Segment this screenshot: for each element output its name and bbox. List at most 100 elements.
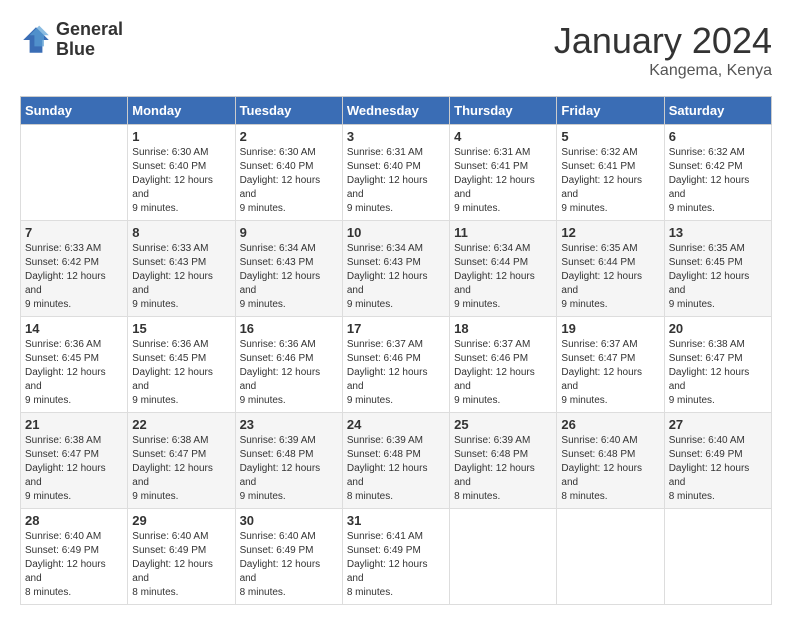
- day-info: Sunrise: 6:35 AMSunset: 6:44 PMDaylight:…: [561, 242, 659, 312]
- day-number: 8: [132, 225, 230, 240]
- day-cell: 4Sunrise: 6:31 AMSunset: 6:41 PMDaylight…: [450, 125, 557, 221]
- day-number: 2: [240, 129, 338, 144]
- day-info: Sunrise: 6:36 AMSunset: 6:45 PMDaylight:…: [132, 338, 230, 408]
- day-info: Sunrise: 6:40 AMSunset: 6:48 PMDaylight:…: [561, 434, 659, 504]
- day-cell: 25 Sunrise: 6:39 AMSunset: 6:48 PMDayligh…: [450, 413, 557, 509]
- day-number: 14: [25, 321, 123, 336]
- day-number: 17: [347, 321, 445, 336]
- day-info: Sunrise: 6:34 AMSunset: 6:44 PMDaylight:…: [454, 242, 552, 312]
- day-cell: 11 Sunrise: 6:34 AMSunset: 6:44 PMDayligh…: [450, 221, 557, 317]
- day-info: Sunrise: 6:31 AMSunset: 6:40 PMDaylight:…: [347, 146, 445, 216]
- day-number: 24: [347, 417, 445, 432]
- week-row-2: 7 Sunrise: 6:33 AMSunset: 6:42 PMDaylight…: [21, 221, 772, 317]
- day-number: 30: [240, 513, 338, 528]
- day-cell: [664, 509, 771, 605]
- day-cell: 7 Sunrise: 6:33 AMSunset: 6:42 PMDaylight…: [21, 221, 128, 317]
- logo-text: General Blue: [56, 20, 123, 60]
- day-number: 22: [132, 417, 230, 432]
- day-cell: 2 Sunrise: 6:30 AMSunset: 6:40 PMDaylight…: [235, 125, 342, 221]
- day-number: 11: [454, 225, 552, 240]
- day-number: 5: [561, 129, 659, 144]
- day-cell: 5Sunrise: 6:32 AMSunset: 6:41 PMDaylight…: [557, 125, 664, 221]
- day-number: 29: [132, 513, 230, 528]
- day-info: Sunrise: 6:41 AMSunset: 6:49 PMDaylight:…: [347, 530, 445, 600]
- day-number: 20: [669, 321, 767, 336]
- day-info: Sunrise: 6:40 AMSunset: 6:49 PMDaylight:…: [25, 530, 123, 600]
- month-title: January 2024: [554, 20, 772, 62]
- day-number: 7: [25, 225, 123, 240]
- day-info: Sunrise: 6:40 AMSunset: 6:49 PMDaylight:…: [240, 530, 338, 600]
- day-number: 23: [240, 417, 338, 432]
- day-info: Sunrise: 6:35 AMSunset: 6:45 PMDaylight:…: [669, 242, 767, 312]
- day-number: 31: [347, 513, 445, 528]
- day-info: Sunrise: 6:30 AMSunset: 6:40 PMDaylight:…: [240, 146, 338, 216]
- day-info: Sunrise: 6:32 AMSunset: 6:42 PMDaylight:…: [669, 146, 767, 216]
- day-info: Sunrise: 6:34 AMSunset: 6:43 PMDaylight:…: [347, 242, 445, 312]
- day-info: Sunrise: 6:38 AMSunset: 6:47 PMDaylight:…: [669, 338, 767, 408]
- day-cell: 26 Sunrise: 6:40 AMSunset: 6:48 PMDayligh…: [557, 413, 664, 509]
- day-cell: 20 Sunrise: 6:38 AMSunset: 6:47 PMDayligh…: [664, 317, 771, 413]
- day-cell: 18 Sunrise: 6:37 AMSunset: 6:46 PMDayligh…: [450, 317, 557, 413]
- day-cell: 8 Sunrise: 6:33 AMSunset: 6:43 PMDaylight…: [128, 221, 235, 317]
- day-cell: 1 Sunrise: 6:30 AMSunset: 6:40 PMDaylight…: [128, 125, 235, 221]
- day-info: Sunrise: 6:33 AMSunset: 6:42 PMDaylight:…: [25, 242, 123, 312]
- day-info: Sunrise: 6:40 AMSunset: 6:49 PMDaylight:…: [132, 530, 230, 600]
- day-info: Sunrise: 6:36 AMSunset: 6:45 PMDaylight:…: [25, 338, 123, 408]
- location: Kangema, Kenya: [554, 62, 772, 80]
- day-info: Sunrise: 6:37 AMSunset: 6:46 PMDaylight:…: [347, 338, 445, 408]
- page-header: General Blue January 2024 Kangema, Kenya: [20, 20, 772, 80]
- week-row-4: 21Sunrise: 6:38 AMSunset: 6:47 PMDayligh…: [21, 413, 772, 509]
- day-info: Sunrise: 6:33 AMSunset: 6:43 PMDaylight:…: [132, 242, 230, 312]
- day-info: Sunrise: 6:37 AMSunset: 6:46 PMDaylight:…: [454, 338, 552, 408]
- day-number: 15: [132, 321, 230, 336]
- day-cell: 30 Sunrise: 6:40 AMSunset: 6:49 PMDayligh…: [235, 509, 342, 605]
- day-cell: 12 Sunrise: 6:35 AMSunset: 6:44 PMDayligh…: [557, 221, 664, 317]
- day-cell: 6Sunrise: 6:32 AMSunset: 6:42 PMDaylight…: [664, 125, 771, 221]
- day-cell: 16Sunrise: 6:36 AMSunset: 6:46 PMDayligh…: [235, 317, 342, 413]
- day-number: 28: [25, 513, 123, 528]
- day-info: Sunrise: 6:39 AMSunset: 6:48 PMDaylight:…: [347, 434, 445, 504]
- week-row-3: 14 Sunrise: 6:36 AMSunset: 6:45 PMDayligh…: [21, 317, 772, 413]
- day-number: 12: [561, 225, 659, 240]
- day-cell: 23 Sunrise: 6:39 AMSunset: 6:48 PMDayligh…: [235, 413, 342, 509]
- title-block: January 2024 Kangema, Kenya: [554, 20, 772, 80]
- day-number: 1: [132, 129, 230, 144]
- day-info: Sunrise: 6:36 AMSunset: 6:46 PMDaylight:…: [240, 338, 338, 408]
- day-number: 13: [669, 225, 767, 240]
- weekday-header-sunday: Sunday: [21, 97, 128, 125]
- day-info: Sunrise: 6:39 AMSunset: 6:48 PMDaylight:…: [454, 434, 552, 504]
- day-cell: 14 Sunrise: 6:36 AMSunset: 6:45 PMDayligh…: [21, 317, 128, 413]
- day-cell: 9Sunrise: 6:34 AMSunset: 6:43 PMDaylight…: [235, 221, 342, 317]
- day-cell: 29 Sunrise: 6:40 AMSunset: 6:49 PMDayligh…: [128, 509, 235, 605]
- logo-line2: Blue: [56, 40, 123, 60]
- day-number: 19: [561, 321, 659, 336]
- day-cell: 21Sunrise: 6:38 AMSunset: 6:47 PMDayligh…: [21, 413, 128, 509]
- day-cell: 3 Sunrise: 6:31 AMSunset: 6:40 PMDaylight…: [342, 125, 449, 221]
- weekday-header-thursday: Thursday: [450, 97, 557, 125]
- weekday-header-row: SundayMondayTuesdayWednesdayThursdayFrid…: [21, 97, 772, 125]
- day-cell: [21, 125, 128, 221]
- day-number: 4: [454, 129, 552, 144]
- day-number: 25: [454, 417, 552, 432]
- weekday-header-monday: Monday: [128, 97, 235, 125]
- day-number: 18: [454, 321, 552, 336]
- logo-icon: [20, 24, 52, 56]
- day-info: Sunrise: 6:37 AMSunset: 6:47 PMDaylight:…: [561, 338, 659, 408]
- day-number: 26: [561, 417, 659, 432]
- week-row-5: 28 Sunrise: 6:40 AMSunset: 6:49 PMDayligh…: [21, 509, 772, 605]
- day-cell: 28 Sunrise: 6:40 AMSunset: 6:49 PMDayligh…: [21, 509, 128, 605]
- day-info: Sunrise: 6:39 AMSunset: 6:48 PMDaylight:…: [240, 434, 338, 504]
- weekday-header-saturday: Saturday: [664, 97, 771, 125]
- day-cell: 31 Sunrise: 6:41 AMSunset: 6:49 PMDayligh…: [342, 509, 449, 605]
- day-info: Sunrise: 6:40 AMSunset: 6:49 PMDaylight:…: [669, 434, 767, 504]
- day-info: Sunrise: 6:38 AMSunset: 6:47 PMDaylight:…: [132, 434, 230, 504]
- weekday-header-tuesday: Tuesday: [235, 97, 342, 125]
- day-number: 9: [240, 225, 338, 240]
- day-info: Sunrise: 6:30 AMSunset: 6:40 PMDaylight:…: [132, 146, 230, 216]
- day-number: 3: [347, 129, 445, 144]
- day-cell: 15 Sunrise: 6:36 AMSunset: 6:45 PMDayligh…: [128, 317, 235, 413]
- day-cell: 27Sunrise: 6:40 AMSunset: 6:49 PMDayligh…: [664, 413, 771, 509]
- day-cell: 19 Sunrise: 6:37 AMSunset: 6:47 PMDayligh…: [557, 317, 664, 413]
- calendar-table: SundayMondayTuesdayWednesdayThursdayFrid…: [20, 96, 772, 605]
- logo-line1: General: [56, 20, 123, 40]
